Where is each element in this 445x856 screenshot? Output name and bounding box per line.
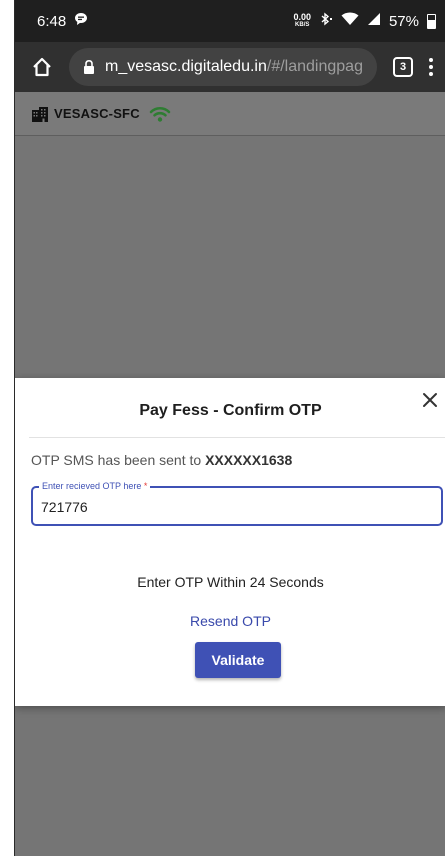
otp-input[interactable]: [41, 496, 421, 518]
status-bar: 6:48 0.00 KB/S 57%: [15, 0, 445, 42]
lock-icon: [83, 59, 95, 75]
close-icon[interactable]: [420, 390, 440, 410]
dialog-divider: [29, 437, 445, 438]
battery-percent: 57%: [388, 12, 419, 30]
app-title: VESASC-SFC: [54, 106, 140, 121]
bluetooth-icon: [319, 12, 333, 30]
dialog-title: Pay Fess - Confirm OTP: [139, 402, 322, 419]
url-path: /#/landingpag: [266, 58, 363, 75]
clock: 6:48: [37, 12, 67, 30]
net-speed: 0.00 KB/S: [293, 12, 311, 29]
otp-sent-message: OTP SMS has been sent to XXXXXX1638: [31, 452, 293, 468]
battery-icon: [427, 13, 436, 29]
phone-screen: 6:48 0.00 KB/S 57% m_vesasc.digitaledu.i…: [14, 0, 445, 856]
otp-timer-text: Enter OTP Within 24 Seconds: [137, 574, 324, 590]
masked-phone-number: XXXXXX1638: [205, 452, 293, 468]
status-bar-right: 0.00 KB/S 57%: [293, 12, 436, 30]
wifi-icon: [149, 106, 171, 122]
menu-dot: [429, 65, 433, 69]
confirm-otp-dialog: Pay Fess - Confirm OTP OTP SMS has been …: [15, 378, 445, 706]
chat-notification-icon: [74, 12, 88, 30]
otp-field-label: Enter recieved OTP here *: [39, 481, 151, 492]
menu-dot: [429, 58, 433, 62]
url-host: m_vesasc.digitaledu.in: [105, 58, 267, 75]
building-icon: [31, 106, 49, 122]
menu-dot: [429, 72, 433, 76]
tab-switcher-button[interactable]: 3: [393, 57, 413, 77]
resend-otp-link[interactable]: Resend OTP: [15, 613, 445, 629]
url-bar[interactable]: m_vesasc.digitaledu.in/#/landingpag: [69, 48, 377, 86]
otp-field[interactable]: Enter recieved OTP here *: [31, 481, 443, 526]
app-header: VESASC-SFC: [15, 92, 445, 136]
home-button[interactable]: [29, 54, 55, 80]
left-margin: [0, 0, 14, 856]
validate-button[interactable]: Validate: [195, 642, 281, 678]
wifi-status-icon: [341, 12, 359, 30]
overflow-menu-button[interactable]: [429, 58, 433, 76]
browser-toolbar: m_vesasc.digitaledu.in/#/landingpag 3: [15, 42, 445, 92]
status-bar-left: 6:48: [37, 12, 88, 30]
signal-icon: [367, 12, 381, 30]
home-icon: [33, 57, 51, 77]
